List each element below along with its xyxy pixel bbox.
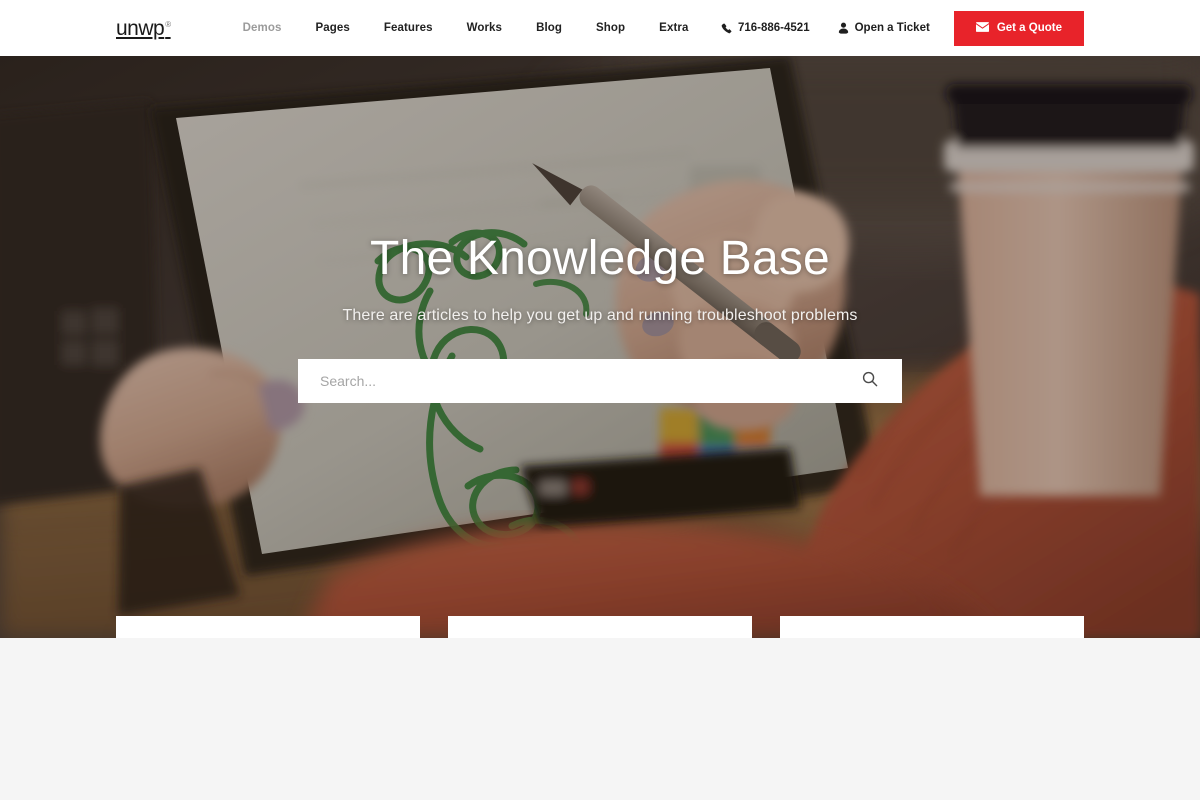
nav-item-pages[interactable]: Pages (298, 22, 366, 34)
logo-registered-mark: ® (165, 19, 171, 29)
phone-number: 716-886-4521 (737, 22, 810, 34)
open-ticket-label: Open a Ticket (854, 22, 930, 34)
nav-item-works[interactable]: Works (450, 22, 519, 34)
phone-link[interactable]: 716-886-4521 (707, 22, 824, 34)
nav-item-demos[interactable]: Demos (226, 22, 299, 34)
feature-cards-row: Awesome Options We offer a range of trai… (116, 616, 1084, 638)
user-icon (838, 22, 849, 34)
nav-item-features[interactable]: Features (367, 22, 450, 34)
hero-title: The Knowledge Base (370, 232, 830, 285)
get-a-quote-label: Get a Quote (996, 22, 1062, 34)
phone-icon (721, 23, 732, 34)
search-input[interactable] (320, 372, 860, 389)
search-bar[interactable] (298, 358, 902, 403)
hero-section: The Knowledge Base There are articles to… (0, 56, 1200, 638)
search-submit-button[interactable] (860, 371, 880, 390)
open-ticket-link[interactable]: Open a Ticket (824, 22, 944, 34)
get-a-quote-button[interactable]: Get a Quote (953, 10, 1084, 46)
nav-item-shop[interactable]: Shop (579, 22, 642, 34)
envelope-icon (975, 21, 989, 35)
site-header: unwp® Demos Pages Features Works Blog Sh… (0, 0, 1200, 56)
hero-subtitle: There are articles to help you get up an… (342, 306, 858, 324)
feature-card-awesome-options[interactable]: Awesome Options We offer a range of trai… (116, 616, 420, 638)
nav-item-blog[interactable]: Blog (519, 22, 579, 34)
hero-content: The Knowledge Base There are articles to… (0, 56, 1200, 403)
feature-card-users-community[interactable]: Users Community We offer a range of trai… (780, 616, 1084, 638)
site-logo[interactable]: unwp® (116, 18, 171, 39)
header-actions: 716-886-4521 Open a Ticket Get a Quote (707, 10, 1084, 46)
feature-card-popular-questions[interactable]: Popular Questions We offer a range of tr… (448, 616, 752, 638)
logo-text: unwp (116, 16, 165, 40)
search-icon (862, 371, 878, 390)
main-navigation: Demos Pages Features Works Blog Shop Ext… (226, 22, 706, 34)
nav-item-extra[interactable]: Extra (642, 22, 705, 34)
